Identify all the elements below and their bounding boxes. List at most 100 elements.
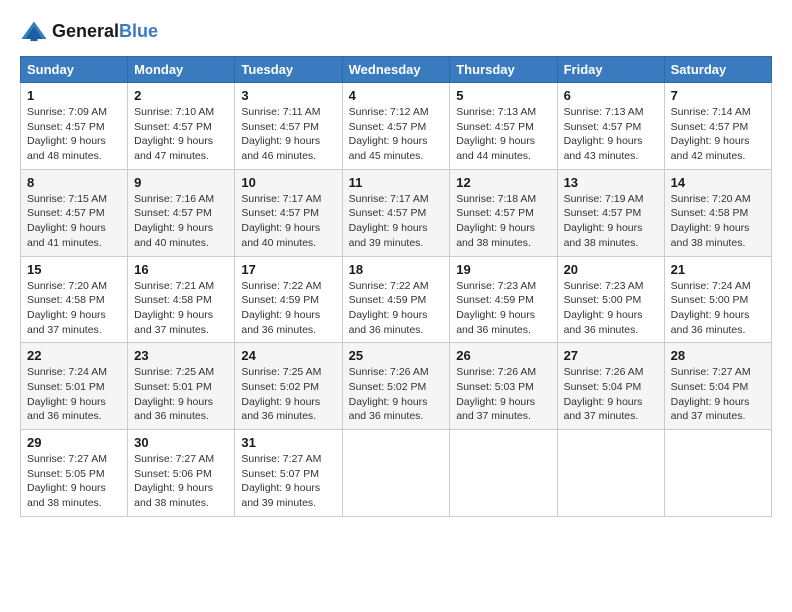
weekday-header: Saturday bbox=[664, 57, 771, 83]
calendar-week-row: 1 Sunrise: 7:09 AMSunset: 4:57 PMDaylight… bbox=[21, 83, 772, 170]
day-number: 27 bbox=[564, 348, 658, 363]
day-number: 1 bbox=[27, 88, 121, 103]
day-info: Sunrise: 7:20 AMSunset: 4:58 PMDaylight:… bbox=[671, 192, 765, 251]
calendar-table: SundayMondayTuesdayWednesdayThursdayFrid… bbox=[20, 56, 772, 517]
weekday-header: Wednesday bbox=[342, 57, 450, 83]
weekday-header: Tuesday bbox=[235, 57, 342, 83]
day-number: 12 bbox=[456, 175, 550, 190]
calendar-cell: 28Sunrise: 7:27 AMSunset: 5:04 PMDayligh… bbox=[664, 343, 771, 430]
day-number: 31 bbox=[241, 435, 335, 450]
day-number: 2 bbox=[134, 88, 228, 103]
day-info: Sunrise: 7:12 AMSunset: 4:57 PMDaylight:… bbox=[349, 105, 444, 164]
day-info: Sunrise: 7:13 AMSunset: 4:57 PMDaylight:… bbox=[564, 105, 658, 164]
weekday-header: Thursday bbox=[450, 57, 557, 83]
day-info: Sunrise: 7:13 AMSunset: 4:57 PMDaylight:… bbox=[456, 105, 550, 164]
calendar-cell: 26 Sunrise: 7:26 AMSunset: 5:03 PMDayligh… bbox=[450, 343, 557, 430]
day-info: Sunrise: 7:09 AMSunset: 4:57 PMDaylight:… bbox=[27, 105, 121, 164]
calendar-week-row: 15 Sunrise: 7:20 AMSunset: 4:58 PMDayligh… bbox=[21, 256, 772, 343]
day-info: Sunrise: 7:18 AMSunset: 4:57 PMDaylight:… bbox=[456, 192, 550, 251]
day-info: Sunrise: 7:16 AMSunset: 4:57 PMDaylight:… bbox=[134, 192, 228, 251]
calendar-cell: 11Sunrise: 7:17 AMSunset: 4:57 PMDayligh… bbox=[342, 169, 450, 256]
day-number: 26 bbox=[456, 348, 550, 363]
calendar-cell: 17Sunrise: 7:22 AMSunset: 4:59 PMDayligh… bbox=[235, 256, 342, 343]
logo-text: GeneralBlue bbox=[52, 22, 158, 42]
calendar-cell: 3 Sunrise: 7:11 AMSunset: 4:57 PMDaylight… bbox=[235, 83, 342, 170]
calendar-cell: 6 Sunrise: 7:13 AMSunset: 4:57 PMDaylight… bbox=[557, 83, 664, 170]
day-info: Sunrise: 7:17 AMSunset: 4:57 PMDaylight:… bbox=[241, 192, 335, 251]
day-number: 19 bbox=[456, 262, 550, 277]
day-info: Sunrise: 7:26 AMSunset: 5:02 PMDaylight:… bbox=[349, 365, 444, 424]
calendar-cell: 14 Sunrise: 7:20 AMSunset: 4:58 PMDayligh… bbox=[664, 169, 771, 256]
logo: GeneralBlue bbox=[20, 18, 158, 46]
calendar-cell: 12 Sunrise: 7:18 AMSunset: 4:57 PMDayligh… bbox=[450, 169, 557, 256]
calendar-cell bbox=[557, 430, 664, 517]
day-number: 30 bbox=[134, 435, 228, 450]
day-number: 6 bbox=[564, 88, 658, 103]
day-number: 23 bbox=[134, 348, 228, 363]
day-info: Sunrise: 7:27 AMSunset: 5:06 PMDaylight:… bbox=[134, 452, 228, 511]
calendar-cell bbox=[664, 430, 771, 517]
day-info: Sunrise: 7:27 AMSunset: 5:05 PMDaylight:… bbox=[27, 452, 121, 511]
calendar-cell bbox=[450, 430, 557, 517]
calendar-cell: 24 Sunrise: 7:25 AMSunset: 5:02 PMDayligh… bbox=[235, 343, 342, 430]
calendar-cell: 27 Sunrise: 7:26 AMSunset: 5:04 PMDayligh… bbox=[557, 343, 664, 430]
day-info: Sunrise: 7:25 AMSunset: 5:01 PMDaylight:… bbox=[134, 365, 228, 424]
day-number: 17 bbox=[241, 262, 335, 277]
calendar-cell: 25 Sunrise: 7:26 AMSunset: 5:02 PMDayligh… bbox=[342, 343, 450, 430]
day-info: Sunrise: 7:24 AMSunset: 5:01 PMDaylight:… bbox=[27, 365, 121, 424]
day-info: Sunrise: 7:23 AMSunset: 5:00 PMDaylight:… bbox=[564, 279, 658, 338]
calendar-cell: 2 Sunrise: 7:10 AMSunset: 4:57 PMDaylight… bbox=[128, 83, 235, 170]
day-info: Sunrise: 7:26 AMSunset: 5:04 PMDaylight:… bbox=[564, 365, 658, 424]
day-info: Sunrise: 7:11 AMSunset: 4:57 PMDaylight:… bbox=[241, 105, 335, 164]
day-number: 10 bbox=[241, 175, 335, 190]
day-number: 16 bbox=[134, 262, 228, 277]
weekday-header: Friday bbox=[557, 57, 664, 83]
day-info: Sunrise: 7:17 AMSunset: 4:57 PMDaylight:… bbox=[349, 192, 444, 251]
calendar-cell: 29 Sunrise: 7:27 AMSunset: 5:05 PMDayligh… bbox=[21, 430, 128, 517]
calendar-week-row: 8 Sunrise: 7:15 AMSunset: 4:57 PMDaylight… bbox=[21, 169, 772, 256]
day-info: Sunrise: 7:27 AMSunset: 5:04 PMDaylight:… bbox=[671, 365, 765, 424]
day-number: 29 bbox=[27, 435, 121, 450]
calendar-cell: 31Sunrise: 7:27 AMSunset: 5:07 PMDayligh… bbox=[235, 430, 342, 517]
day-info: Sunrise: 7:10 AMSunset: 4:57 PMDaylight:… bbox=[134, 105, 228, 164]
calendar-cell: 7Sunrise: 7:14 AMSunset: 4:57 PMDaylight… bbox=[664, 83, 771, 170]
day-number: 21 bbox=[671, 262, 765, 277]
header: GeneralBlue bbox=[20, 18, 772, 46]
day-info: Sunrise: 7:25 AMSunset: 5:02 PMDaylight:… bbox=[241, 365, 335, 424]
calendar-cell: 23 Sunrise: 7:25 AMSunset: 5:01 PMDayligh… bbox=[128, 343, 235, 430]
day-number: 8 bbox=[27, 175, 121, 190]
calendar-cell: 18 Sunrise: 7:22 AMSunset: 4:59 PMDayligh… bbox=[342, 256, 450, 343]
day-number: 18 bbox=[349, 262, 444, 277]
calendar-cell: 22 Sunrise: 7:24 AMSunset: 5:01 PMDayligh… bbox=[21, 343, 128, 430]
calendar-cell: 20Sunrise: 7:23 AMSunset: 5:00 PMDayligh… bbox=[557, 256, 664, 343]
day-info: Sunrise: 7:24 AMSunset: 5:00 PMDaylight:… bbox=[671, 279, 765, 338]
day-info: Sunrise: 7:20 AMSunset: 4:58 PMDaylight:… bbox=[27, 279, 121, 338]
calendar-week-row: 22 Sunrise: 7:24 AMSunset: 5:01 PMDayligh… bbox=[21, 343, 772, 430]
day-number: 24 bbox=[241, 348, 335, 363]
day-info: Sunrise: 7:22 AMSunset: 4:59 PMDaylight:… bbox=[349, 279, 444, 338]
calendar-cell: 5Sunrise: 7:13 AMSunset: 4:57 PMDaylight… bbox=[450, 83, 557, 170]
day-number: 22 bbox=[27, 348, 121, 363]
day-number: 9 bbox=[134, 175, 228, 190]
logo-icon bbox=[20, 18, 48, 46]
calendar-cell: 1 Sunrise: 7:09 AMSunset: 4:57 PMDaylight… bbox=[21, 83, 128, 170]
day-number: 3 bbox=[241, 88, 335, 103]
day-number: 15 bbox=[27, 262, 121, 277]
day-info: Sunrise: 7:19 AMSunset: 4:57 PMDaylight:… bbox=[564, 192, 658, 251]
day-info: Sunrise: 7:15 AMSunset: 4:57 PMDaylight:… bbox=[27, 192, 121, 251]
calendar-header-row: SundayMondayTuesdayWednesdayThursdayFrid… bbox=[21, 57, 772, 83]
calendar-cell: 19 Sunrise: 7:23 AMSunset: 4:59 PMDayligh… bbox=[450, 256, 557, 343]
day-info: Sunrise: 7:21 AMSunset: 4:58 PMDaylight:… bbox=[134, 279, 228, 338]
weekday-header: Sunday bbox=[21, 57, 128, 83]
calendar-cell: 13 Sunrise: 7:19 AMSunset: 4:57 PMDayligh… bbox=[557, 169, 664, 256]
day-number: 7 bbox=[671, 88, 765, 103]
day-info: Sunrise: 7:26 AMSunset: 5:03 PMDaylight:… bbox=[456, 365, 550, 424]
calendar-cell: 8 Sunrise: 7:15 AMSunset: 4:57 PMDaylight… bbox=[21, 169, 128, 256]
day-number: 14 bbox=[671, 175, 765, 190]
calendar-cell: 30 Sunrise: 7:27 AMSunset: 5:06 PMDayligh… bbox=[128, 430, 235, 517]
day-info: Sunrise: 7:23 AMSunset: 4:59 PMDaylight:… bbox=[456, 279, 550, 338]
day-number: 13 bbox=[564, 175, 658, 190]
day-number: 25 bbox=[349, 348, 444, 363]
day-number: 4 bbox=[349, 88, 444, 103]
calendar-week-row: 29 Sunrise: 7:27 AMSunset: 5:05 PMDayligh… bbox=[21, 430, 772, 517]
